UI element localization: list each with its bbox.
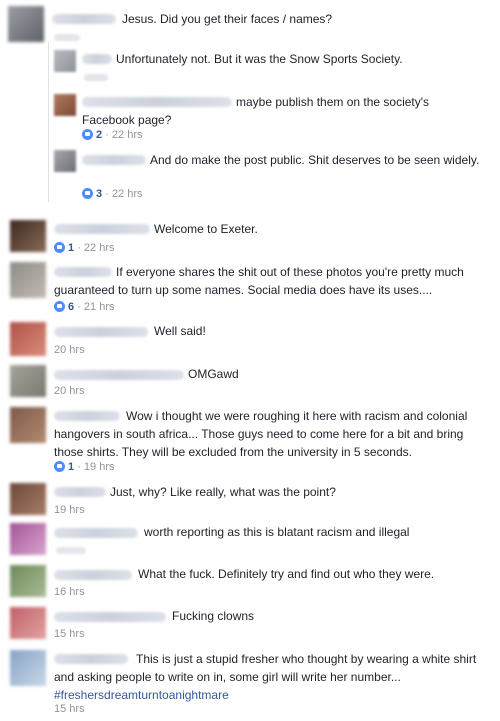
like-count[interactable]: 6 xyxy=(68,301,74,313)
avatar[interactable] xyxy=(54,150,76,172)
author-name[interactable] xyxy=(54,487,106,497)
author-name[interactable] xyxy=(82,54,112,64)
comment-text: Welcome to Exeter. xyxy=(154,222,258,236)
author-name[interactable] xyxy=(54,370,184,380)
timestamp[interactable]: · 22 hrs xyxy=(105,129,142,141)
comment-text-content: If everyone shares the shit out of these… xyxy=(54,265,464,297)
avatar[interactable] xyxy=(10,220,46,252)
comment-text: If everyone shares the shit out of these… xyxy=(54,263,494,299)
comment-meta: 1 · 19 hrs xyxy=(54,460,114,474)
timestamp[interactable]: 15 hrs xyxy=(54,702,85,716)
timestamp[interactable]: 15 hrs xyxy=(54,627,85,641)
avatar[interactable] xyxy=(54,50,76,72)
comment-meta: 2 · 22 hrs xyxy=(82,128,142,142)
avatar[interactable] xyxy=(54,94,76,116)
comment-text: OMGawd xyxy=(188,367,239,381)
timestamp[interactable] xyxy=(54,34,80,41)
comment-text: maybe publish them on the society's Face… xyxy=(82,93,482,129)
like-icon xyxy=(82,188,93,199)
comment-text-content: And do make the post public. Shit deserv… xyxy=(150,153,480,167)
timestamp[interactable]: · 19 hrs xyxy=(77,461,114,473)
comment-text: Just, why? Like really, what was the poi… xyxy=(110,485,336,499)
like-icon xyxy=(54,242,65,253)
avatar[interactable] xyxy=(8,6,44,42)
avatar[interactable] xyxy=(10,365,46,397)
author-name[interactable] xyxy=(54,224,150,234)
timestamp[interactable]: · 22 hrs xyxy=(77,242,114,254)
author-name[interactable] xyxy=(54,570,132,580)
comment-text: Wow i thought we were roughing it here w… xyxy=(54,407,494,461)
timestamp[interactable]: 20 hrs xyxy=(54,343,85,357)
like-icon xyxy=(54,301,65,312)
comment-text: Unfortunately not. But it was the Snow S… xyxy=(116,52,403,66)
like-icon xyxy=(82,129,93,140)
reply-thread-line xyxy=(48,42,49,202)
comment-meta: 1 · 22 hrs xyxy=(54,241,114,255)
avatar[interactable] xyxy=(10,565,46,597)
comment-meta: 6 · 21 hrs xyxy=(54,300,114,314)
avatar[interactable] xyxy=(10,483,46,515)
avatar[interactable] xyxy=(10,523,46,555)
hashtag-link[interactable]: #freshersdreamturntoanightmare xyxy=(54,688,229,702)
comment-text: Fucking clowns xyxy=(172,609,255,623)
author-name[interactable] xyxy=(54,327,148,337)
comment-text: Jesus. Did you get their faces / names? xyxy=(122,12,333,26)
timestamp[interactable] xyxy=(56,547,86,554)
timestamp[interactable] xyxy=(84,74,108,81)
like-count[interactable]: 1 xyxy=(68,242,74,254)
like-count[interactable]: 3 xyxy=(96,188,102,200)
comment-text-content: Wow i thought we were roughing it here w… xyxy=(54,409,468,459)
comment-meta: 3 · 22 hrs xyxy=(82,187,142,201)
comment-text-content: This is just a stupid fresher who though… xyxy=(54,652,477,684)
comment-text: What the fuck. Definitely try and find o… xyxy=(138,567,435,581)
comment-text: This is just a stupid fresher who though… xyxy=(54,650,494,704)
timestamp[interactable]: 16 hrs xyxy=(54,585,85,599)
avatar[interactable] xyxy=(10,262,46,298)
comment-text: worth reporting as this is blatant racis… xyxy=(144,525,410,539)
avatar[interactable] xyxy=(10,407,46,443)
like-icon xyxy=(54,461,65,472)
like-count[interactable]: 1 xyxy=(68,461,74,473)
avatar[interactable] xyxy=(10,322,46,356)
author-name[interactable] xyxy=(52,14,116,24)
comment-text: And do make the post public. Shit deserv… xyxy=(82,151,482,169)
like-count[interactable]: 2 xyxy=(96,129,102,141)
avatar[interactable] xyxy=(10,607,46,639)
timestamp[interactable]: 20 hrs xyxy=(54,384,85,398)
timestamp[interactable]: · 21 hrs xyxy=(77,301,114,313)
comment-text-content: maybe publish them on the society's Face… xyxy=(82,95,430,127)
author-name[interactable] xyxy=(54,528,138,538)
comment-text: Well said! xyxy=(154,324,206,338)
author-name[interactable] xyxy=(54,612,166,622)
timestamp[interactable]: 19 hrs xyxy=(54,503,85,517)
timestamp[interactable]: · 22 hrs xyxy=(105,188,142,200)
avatar[interactable] xyxy=(10,650,46,686)
